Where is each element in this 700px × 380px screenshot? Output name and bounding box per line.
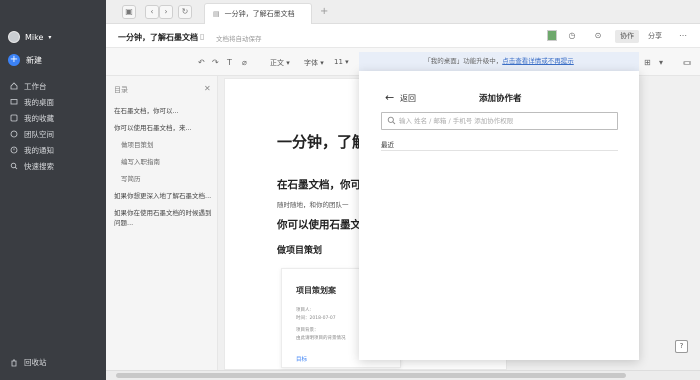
desktop-icon — [10, 99, 18, 105]
star-icon — [10, 114, 18, 122]
outline-item[interactable]: 做项目策划 — [114, 140, 214, 150]
paragraph: 随时随地，和你的团队一 — [277, 201, 349, 209]
upgrade-banner: 「我的桌面」功能升级中，点击查看详情或不再提示 — [359, 52, 639, 71]
more-icon[interactable]: ⋯ — [678, 31, 688, 41]
sidebar-item-trash[interactable]: 回收站 — [10, 357, 47, 368]
document-icon: ▤ — [213, 10, 220, 18]
tab-bar: ▣ ‹ › ↻ ▤ 一分钟，了解石墨文档 + — [106, 0, 700, 24]
section-heading: 你可以使用石墨文 — [277, 219, 361, 231]
sidebar-item-quick-search[interactable]: 快速搜索 — [10, 158, 54, 174]
outline-item[interactable]: 如果你在使用石墨文档的时候遇到问题... — [114, 208, 214, 228]
paragraph-style-value: 正文 — [270, 59, 284, 67]
sidebar-item-label: 工作台 — [24, 81, 47, 91]
plus-icon: + — [8, 54, 20, 66]
sidebar-item-label: 回收站 — [24, 358, 47, 367]
tab-document[interactable]: ▤ 一分钟，了解石墨文档 — [204, 3, 312, 24]
redo-icon[interactable]: ↷ — [212, 58, 219, 67]
sidebar-item-label: 我的桌面 — [24, 97, 54, 107]
sidebar-item-workbench[interactable]: 工作台 — [10, 78, 54, 94]
card-line: 由此请明项目的背景情况 — [296, 336, 346, 341]
search-icon — [387, 116, 396, 125]
font-select[interactable]: 字体 ▾ — [304, 58, 324, 68]
banner-link[interactable]: 点击查看详情或不再提示 — [502, 57, 574, 65]
team-icon — [10, 130, 18, 138]
font-value: 字体 — [304, 59, 318, 67]
card-line: 时间：2018-07-07 — [296, 316, 336, 321]
help-button[interactable]: ? — [675, 340, 688, 353]
document-heading: 一分钟，了解 — [277, 133, 368, 151]
outline-item[interactable]: 在石墨文档，你可以... — [114, 106, 214, 116]
horizontal-scrollbar[interactable] — [106, 370, 700, 380]
sidebar-toggle-button[interactable]: ▣ — [122, 5, 136, 19]
refresh-button[interactable]: ↻ — [178, 5, 192, 19]
dialog-title: 添加协作者 — [479, 94, 522, 104]
search-icon — [10, 162, 18, 170]
forward-nav-button[interactable]: › — [159, 5, 173, 19]
sidebar-item-desktop[interactable]: 我的桌面 — [10, 94, 54, 110]
add-tab-button[interactable]: + — [320, 6, 328, 17]
close-icon[interactable]: ✕ — [204, 84, 211, 93]
subsection-heading: 做项目策划 — [277, 246, 323, 256]
undo-icon[interactable]: ↶ — [198, 58, 205, 67]
chevron-down-icon: ▾ — [48, 33, 52, 41]
card-section-link[interactable]: 目标 — [296, 355, 307, 363]
thumbnail-icon[interactable] — [547, 30, 557, 41]
add-collaborator-dialog: ← 返回 添加协作者 最近 — [359, 71, 639, 360]
outline-list: 在石墨文档，你可以... 你可以使用石墨文档，来... 做项目策划 编写入职指南… — [114, 106, 214, 235]
card-line: 项目人: — [296, 308, 312, 313]
collaborator-search-input[interactable] — [399, 115, 613, 127]
section-heading: 在石墨文档，你可 — [277, 179, 361, 191]
side-panel-icon[interactable]: ▭ — [684, 58, 692, 67]
clear-format-icon[interactable]: ⌀ — [242, 58, 247, 67]
card-line: 项目背景： — [296, 328, 319, 333]
sidebar-item-notifications[interactable]: 我的通知 — [10, 142, 54, 158]
sidebar-item-label: 我的通知 — [24, 145, 54, 155]
back-arrow-icon[interactable]: ← — [385, 91, 394, 104]
back-nav-button[interactable]: ‹ — [145, 5, 159, 19]
outline-title: 目录 — [114, 86, 128, 94]
new-label: 新建 — [26, 55, 42, 65]
user-menu[interactable]: Mike ▾ — [8, 31, 51, 43]
card-title: 项目策划案 — [296, 286, 336, 295]
back-button[interactable]: 返回 — [400, 93, 416, 104]
sidebar-item-label: 快速搜索 — [24, 161, 54, 171]
chevron-down-icon[interactable]: ▾ — [659, 58, 663, 67]
bell-icon — [10, 146, 18, 154]
outline-item[interactable]: 如果你想更深入地了解石墨文档... — [114, 191, 214, 201]
sidebar-item-favorites[interactable]: 我的收藏 — [10, 110, 54, 126]
outline-item[interactable]: 编写入职指南 — [114, 157, 214, 167]
sidebar-nav: 工作台 我的桌面 我的收藏 团队空间 我的通知 快速搜索 — [10, 78, 54, 174]
new-button[interactable]: + 新建 — [8, 54, 42, 66]
grid-icon[interactable]: ⊞ — [644, 58, 651, 67]
tab-label: 一分钟，了解石墨文档 — [224, 10, 295, 18]
banner-text: 「我的桌面」功能升级中， — [424, 57, 503, 65]
outline-item[interactable]: 你可以使用石墨文档，来... — [114, 123, 214, 133]
bookmark-icon[interactable]: ▯ — [200, 32, 204, 41]
avatar — [8, 31, 20, 43]
document-header: 一分钟，了解石墨文档 ▯ 文档将自动保存 ◷ ⊙ 协作 分享 ⋯ — [106, 24, 700, 48]
sidebar: Mike ▾ + 新建 工作台 我的桌面 我的收藏 团队空间 我的通知 快速搜索 — [0, 0, 106, 380]
paragraph-style-select[interactable]: 正文 ▾ — [270, 58, 290, 68]
recent-label: 最近 — [381, 141, 394, 149]
sidebar-item-label: 团队空间 — [24, 129, 54, 139]
sidebar-item-team[interactable]: 团队空间 — [10, 126, 54, 142]
home-icon — [10, 82, 18, 90]
document-title[interactable]: 一分钟，了解石墨文档 — [118, 32, 198, 43]
history-icon[interactable]: ◷ — [567, 31, 577, 41]
divider — [381, 150, 618, 151]
outline-panel: 目录 ✕ 在石墨文档，你可以... 你可以使用石墨文档，来... 做项目策划 编… — [106, 76, 218, 370]
trash-icon — [11, 359, 17, 366]
font-size-select[interactable]: 11 ▾ — [334, 58, 349, 66]
scrollbar-thumb[interactable] — [116, 373, 626, 378]
collaborate-button[interactable]: 协作 — [615, 30, 639, 43]
font-size-value: 11 — [334, 58, 343, 66]
sidebar-item-label: 我的收藏 — [24, 113, 54, 123]
collaborator-search — [381, 112, 618, 130]
present-icon[interactable]: ⊙ — [593, 31, 603, 41]
format-painter-icon[interactable]: T — [227, 58, 232, 67]
user-name: Mike — [25, 32, 44, 42]
share-button[interactable]: 分享 — [643, 30, 667, 43]
autosave-status: 文档将自动保存 — [216, 35, 262, 43]
outline-item[interactable]: 写简历 — [114, 174, 214, 184]
